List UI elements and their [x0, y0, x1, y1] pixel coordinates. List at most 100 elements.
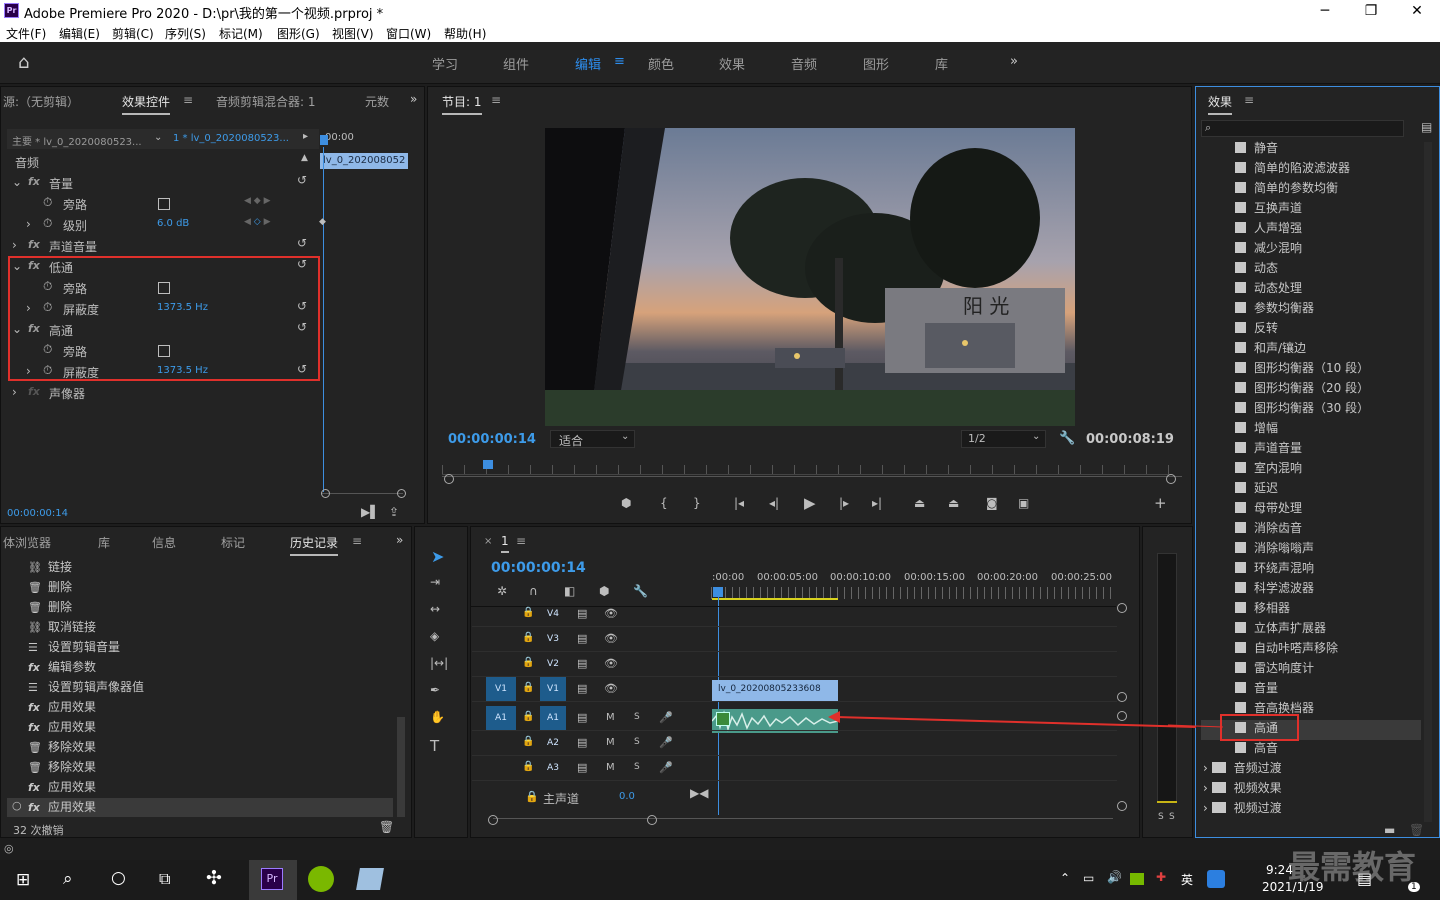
effect-list-item[interactable]: 图形均衡器（10 段）	[1235, 359, 1369, 376]
minimize-button[interactable]: ─	[1302, 0, 1348, 22]
stopwatch-active-icon[interactable]: ⏱	[43, 216, 52, 231]
mute-button[interactable]: M	[606, 737, 615, 748]
tab-info[interactable]: 信息	[152, 534, 176, 551]
lock-icon[interactable]: 🔒	[525, 790, 539, 803]
effect-list-item[interactable]: 消除嗡嗡声	[1235, 539, 1314, 556]
sync-lock-icon[interactable]: ▤	[577, 632, 587, 645]
history-item[interactable]: ⛓ 取消链接	[28, 618, 96, 635]
security-icon[interactable]: ✚	[1156, 870, 1166, 884]
fx-icon[interactable]: fx	[28, 238, 40, 251]
tab-history[interactable]: 历史记录	[290, 534, 339, 556]
go-to-end-icon[interactable]: ▶◀	[690, 786, 708, 800]
wrench-icon[interactable]: 🔧	[1059, 431, 1075, 446]
timeline-timecode[interactable]: 00:00:00:14	[491, 560, 586, 576]
lock-icon[interactable]: 🔒	[522, 736, 534, 747]
notepad-app-icon[interactable]	[356, 868, 384, 890]
history-item[interactable]: ⛓ 链接	[28, 558, 72, 575]
solo-left-button[interactable]: S	[1158, 812, 1164, 822]
track-select-tool-icon[interactable]: ⇥	[430, 575, 440, 589]
lock-icon[interactable]: 🔒	[522, 657, 534, 668]
eye-icon[interactable]: 👁	[604, 682, 618, 695]
effect-list-item[interactable]: 室内混响	[1235, 459, 1302, 476]
history-menu-icon[interactable]: ≡	[352, 534, 362, 548]
task-view-icon[interactable]: ⧉	[159, 869, 170, 889]
fit-dropdown[interactable]: 适合 ⌄	[550, 430, 635, 448]
tab-media-browser[interactable]: 体浏览器	[3, 534, 51, 551]
effect-controls-menu-icon[interactable]: ≡	[183, 93, 193, 107]
effect-folder[interactable]: › 视频过渡	[1203, 799, 1282, 816]
effect-list-item[interactable]: 减少混响	[1235, 239, 1302, 256]
prev-keyframe-icon[interactable]: ◀ ◆ ▶	[244, 196, 271, 206]
premiere-taskbar-button[interactable]: Pr	[249, 860, 297, 900]
lock-icon[interactable]: 🔒	[522, 711, 534, 722]
expand-channel-icon[interactable]: ›	[12, 238, 17, 252]
menu-view[interactable]: 视图(V)	[332, 25, 374, 42]
tab-sequence[interactable]: 1	[501, 534, 509, 553]
close-sequence-icon[interactable]: ×	[484, 536, 492, 547]
track-target-a2[interactable]: A2	[540, 731, 566, 755]
mark-out-icon[interactable]: }	[693, 496, 701, 510]
linked-selection-icon[interactable]: ◧	[564, 584, 575, 598]
video-clip[interactable]: lv_0_20200805233608	[712, 680, 838, 702]
workspace-graphics[interactable]: 图形	[863, 54, 889, 73]
selection-tool-icon[interactable]: ➤	[431, 547, 444, 566]
menu-marker[interactable]: 标记(M)	[219, 25, 263, 42]
effect-list-item[interactable]: 环绕声混响	[1235, 559, 1314, 576]
expand-level-icon[interactable]: ›	[26, 217, 31, 231]
sync-lock-icon[interactable]: ▤	[577, 736, 587, 749]
filter-icon[interactable]: ▶▌	[361, 505, 379, 519]
tab-libraries[interactable]: 库	[98, 534, 110, 551]
export-frame-camera-icon[interactable]: ◙	[986, 496, 998, 510]
effect-list-item[interactable]: 移相器	[1235, 599, 1290, 616]
snap-icon[interactable]: ∩	[529, 584, 538, 598]
track-target-a3[interactable]: A3	[540, 756, 566, 780]
tab-source[interactable]: 源:（无剪辑）	[3, 93, 79, 110]
keyframe-diamond-icon[interactable]: ◆	[319, 217, 326, 227]
play-audio-icon[interactable]: ▸	[303, 131, 308, 142]
effect-list-item[interactable]: 图形均衡器（20 段）	[1235, 379, 1369, 396]
zoom-handle-left[interactable]	[444, 474, 454, 484]
menu-edit[interactable]: 编辑(E)	[59, 25, 100, 42]
scrub-bar[interactable]	[442, 465, 1172, 475]
step-back-icon[interactable]: ◂|	[769, 496, 779, 510]
history-item[interactable]: fx 应用效果	[28, 718, 96, 735]
lock-icon[interactable]: 🔒	[522, 632, 534, 643]
zoom-handle-left[interactable]	[321, 489, 330, 498]
effect-list-item[interactable]: 延迟	[1235, 479, 1278, 496]
eye-icon[interactable]: 👁	[604, 607, 618, 620]
history-item[interactable]: fx 应用效果	[28, 798, 96, 815]
close-button[interactable]: ✕	[1394, 0, 1440, 22]
timeline-zoom-right[interactable]	[647, 815, 657, 825]
effect-list-item[interactable]: 动态处理	[1235, 279, 1302, 296]
effect-list-item[interactable]: 立体声扩展器	[1235, 619, 1326, 636]
maximize-button[interactable]: ❐	[1348, 0, 1394, 22]
qq-icon[interactable]	[1207, 870, 1225, 888]
workspace-effects[interactable]: 效果	[719, 54, 745, 73]
tray-chevron-icon[interactable]: ⌃	[1060, 871, 1070, 885]
history-item[interactable]: fx 应用效果	[28, 778, 96, 795]
work-area-bar[interactable]	[712, 598, 838, 600]
program-menu-icon[interactable]: ≡	[491, 93, 501, 107]
effect-list-item[interactable]: 高音	[1235, 739, 1278, 756]
effect-list-item[interactable]: 静音	[1235, 139, 1278, 156]
timeline-playhead[interactable]	[713, 587, 723, 597]
effects-scrollbar[interactable]	[1424, 142, 1432, 822]
pinwheel-app-icon[interactable]: ✣	[206, 867, 222, 889]
workspace-editing[interactable]: 编辑	[575, 54, 601, 73]
menu-graphics[interactable]: 图形(G)	[277, 25, 320, 42]
track-target-a1[interactable]: A1	[540, 706, 566, 730]
lock-icon[interactable]: 🔒	[522, 682, 534, 693]
cortana-icon[interactable]: ○	[111, 868, 126, 888]
razor-tool-icon[interactable]: ◈	[430, 629, 439, 643]
effect-list-item[interactable]: 图形均衡器（30 段）	[1235, 399, 1369, 416]
effect-list-item[interactable]: 消除齿音	[1235, 519, 1302, 536]
zoom-handle-right[interactable]	[397, 489, 406, 498]
history-scrollbar[interactable]	[397, 717, 405, 817]
timeline-zoom-left[interactable]	[488, 815, 498, 825]
effect-list-item[interactable]: 科学滤波器	[1235, 579, 1314, 596]
expand-panner-icon[interactable]: ›	[12, 385, 17, 399]
timeline-settings-wrench-icon[interactable]: 🔧	[633, 584, 648, 598]
effect-list-item[interactable]: 自动咔嗒声移除	[1235, 639, 1338, 656]
menu-window[interactable]: 窗口(W)	[386, 25, 431, 42]
workspace-audio[interactable]: 音频	[791, 54, 817, 73]
